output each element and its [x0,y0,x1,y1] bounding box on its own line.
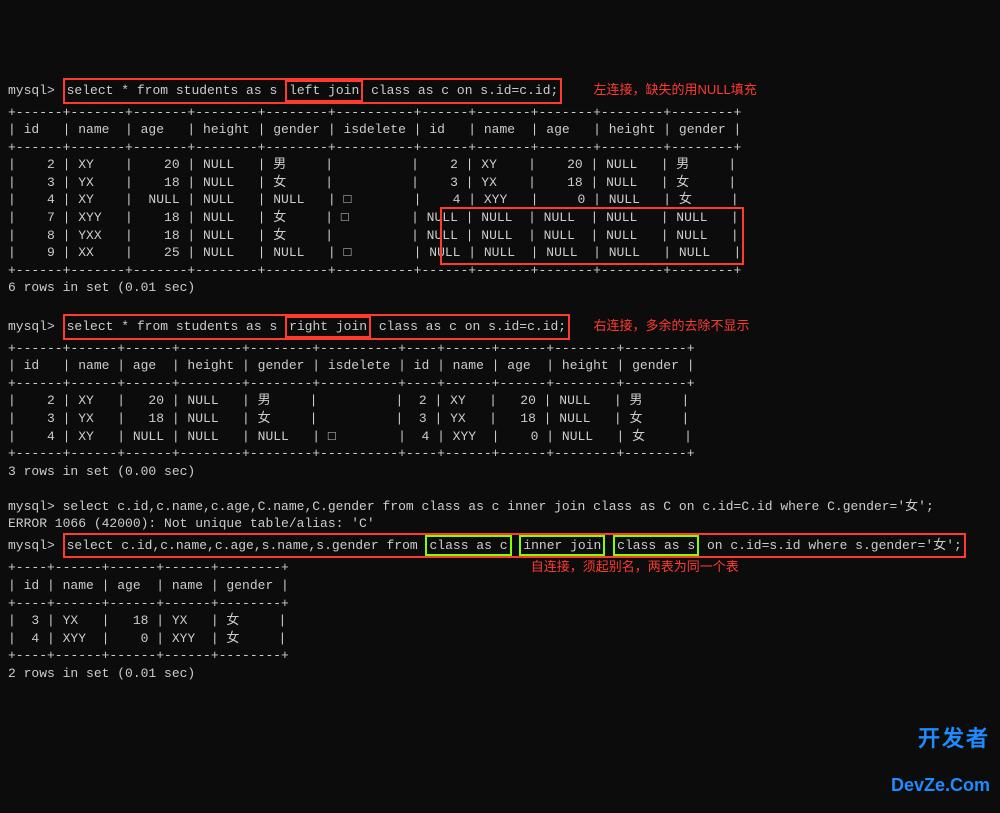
watermark-line2: DevZe.Com [891,776,990,794]
table-divider: +----+------+------+------+--------+ [8,560,289,575]
query-self-join-box: select c.id,c.name,c.age,s.name,s.gender… [63,533,966,559]
table-row: | 3 | YX | 18 | NULL | 女 | | 3 | YX | 18… [8,175,736,190]
query-text: class as c on s.id=c.id; [371,319,566,334]
table-row: | 9 | XX | 25 | NULL | NULL | □ | NULL |… [8,245,741,260]
table-row: | 4 | XYY | 0 | XYY | 女 | [8,631,286,646]
table-row: | 8 | YXX | 18 | NULL | 女 | | NULL | NUL… [8,228,739,243]
right-join-annotation: 右连接，多余的去除不显示 [594,318,750,333]
table-divider: +------+------+------+--------+--------+… [8,341,695,356]
mysql-prompt: mysql> [8,538,55,553]
table-divider: +----+------+------+------+--------+ [8,648,289,663]
table-divider: +------+-------+-------+--------+-------… [8,140,741,155]
query-text: select * from students as s [67,319,285,334]
query-self-join-error: mysql> select c.id,c.name,c.age,C.name,C… [8,499,934,514]
table-header-row: | id | name | age | height | gender | is… [8,358,695,373]
query-left-join-box: select * from students as s left join cl… [63,78,563,104]
table-divider: +------+-------+-------+--------+-------… [8,105,741,120]
table-divider: +------+-------+-------+--------+-------… [8,263,741,278]
query-text: on c.id=s.id where s.gender='女'; [699,538,962,553]
class-s-box: class as s [613,535,699,557]
table-divider: +----+------+------+------+--------+ [8,596,289,611]
table-header-row: | id | name | age | name | gender | [8,578,289,593]
left-join-keyword-box: left join [285,80,363,102]
inner-join-keyword-box: inner join [519,535,605,557]
terminal-output: mysql> select * from students as s left … [8,78,992,682]
query-text: select c.id,c.name,c.age,s.name,s.gender… [67,538,426,553]
error-line: ERROR 1066 (42000): Not unique table/ali… [8,516,375,531]
right-join-keyword-box: right join [285,316,371,338]
table-row: | 2 | XY | 20 | NULL | 男 | | 2 | XY | 20… [8,393,689,408]
result-footer: 3 rows in set (0.00 sec) [8,464,195,479]
query-text: select * from students as s [67,83,285,98]
table-row: | 3 | YX | 18 | YX | 女 | [8,613,286,628]
table-row: | 4 | XY | NULL | NULL | NULL | □ | 4 | … [8,429,692,444]
table-row: | 2 | XY | 20 | NULL | 男 | | 2 | XY | 20… [8,157,736,172]
query-right-join-box: select * from students as s right join c… [63,314,571,340]
watermark: 开发者 DevZe.Com [891,702,990,807]
left-join-result-block: | 2 | XY | 20 | NULL | 男 | | 2 | XY | 20… [8,156,741,261]
result-footer: 2 rows in set (0.01 sec) [8,666,195,681]
table-row: | 7 | XYY | 18 | NULL | 女 | □ | NULL | N… [8,210,739,225]
table-header-row: | id | name | age | height | gender | is… [8,122,741,137]
query-text: class as c on s.id=c.id; [363,83,558,98]
mysql-prompt: mysql> [8,319,55,334]
mysql-prompt: mysql> [8,83,55,98]
class-c-box: class as c [425,535,511,557]
left-join-annotation: 左连接，缺失的用NULL填充 [594,82,757,97]
table-divider: +------+------+------+--------+--------+… [8,446,695,461]
watermark-line1: 开发者 [891,728,990,750]
self-join-annotation: 自连接，须起别名，两表为同一个表 [531,559,739,574]
table-divider: +------+------+------+--------+--------+… [8,376,695,391]
result-footer: 6 rows in set (0.01 sec) [8,280,195,295]
table-row: | 4 | XY | NULL | NULL | NULL | □ | 4 | … [8,192,739,207]
table-row: | 3 | YX | 18 | NULL | 女 | | 3 | YX | 18… [8,411,689,426]
